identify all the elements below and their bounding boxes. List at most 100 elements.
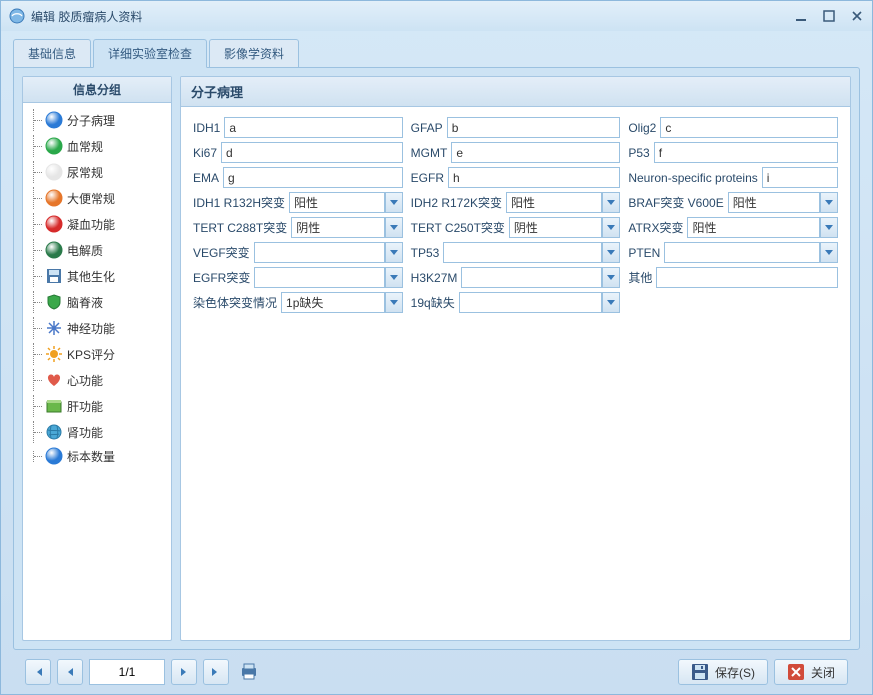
main-panel: 分子病理 IDH1GFAPOlig2Ki67MGMTP53EMAEGFRNeur… [180,76,851,641]
combo-input-4-0[interactable] [291,217,384,238]
close-button[interactable] [850,9,864,23]
form-cell-3-2: BRAF突变 V600E [628,192,838,213]
chevron-down-icon[interactable] [385,217,403,238]
chevron-down-icon[interactable] [602,267,620,288]
combo-3-1 [506,192,620,213]
field-label: IDH1 [193,121,220,135]
last-page-button[interactable] [203,659,229,685]
print-icon[interactable] [239,662,259,683]
field-label: TERT C288T突变 [193,219,287,236]
combo-4-1 [509,217,620,238]
sidebar-item-10[interactable]: 心功能 [23,367,171,393]
chevron-down-icon[interactable] [602,217,620,238]
tab-0[interactable]: 基础信息 [13,39,91,67]
tab-2[interactable]: 影像学资料 [209,39,299,67]
minimize-button[interactable] [794,9,808,23]
shield-icon [45,293,63,311]
chevron-down-icon[interactable] [385,192,403,213]
sidebar-item-0[interactable]: 分子病理 [23,107,171,133]
form-cell-2-1: EGFR [411,167,621,188]
tab-1[interactable]: 详细实验室检查 [93,39,207,68]
field-label: H3K27M [411,271,458,285]
sidebar-header: 信息分组 [23,77,171,103]
sidebar-item-5[interactable]: 电解质 [23,237,171,263]
box-icon [45,397,63,415]
app-icon [9,8,25,24]
sidebar-item-9[interactable]: KPS评分 [23,341,171,367]
sidebar-item-2[interactable]: 尿常规 [23,159,171,185]
chevron-down-icon[interactable] [820,242,838,263]
form-cell-5-0: VEGF突变 [193,242,403,263]
pager [25,659,259,685]
save-button-label: 保存(S) [715,664,755,681]
globe-icon [45,423,63,441]
combo-input-4-2[interactable] [687,217,820,238]
combo-4-0 [291,217,402,238]
field-label: Neuron-specific proteins [628,171,757,185]
form-cell-2-2: Neuron-specific proteins [628,167,838,188]
close-action-button[interactable]: 关闭 [774,659,848,685]
sidebar-item-3[interactable]: 大便常规 [23,185,171,211]
combo-input-3-2[interactable] [728,192,820,213]
chevron-down-icon[interactable] [820,217,838,238]
sidebar-item-7[interactable]: 脑脊液 [23,289,171,315]
floppy-icon [45,267,63,285]
maximize-button[interactable] [822,9,836,23]
sidebar-item-13[interactable]: 标本数量 [23,445,171,467]
form-cell-3-1: IDH2 R172K突变 [411,192,621,213]
text-input-0-1[interactable] [447,117,621,138]
chevron-down-icon[interactable] [602,192,620,213]
form-cell-7-1: 19q缺失 [411,292,621,313]
combo-input-7-1[interactable] [459,292,603,313]
combo-3-0 [289,192,403,213]
chevron-down-icon[interactable] [385,267,403,288]
text-input-1-2[interactable] [654,142,838,163]
combo-input-6-0[interactable] [254,267,384,288]
text-input-6-2[interactable] [656,267,838,288]
save-button[interactable]: 保存(S) [678,659,768,685]
text-input-2-1[interactable] [448,167,620,188]
form-row-4: TERT C288T突变TERT C250T突变ATRX突变 [193,217,838,238]
orange-sphere-icon [45,189,63,207]
form-row-2: EMAEGFRNeuron-specific proteins [193,167,838,188]
combo-input-7-0[interactable] [281,292,385,313]
text-input-2-2[interactable] [762,167,838,188]
sidebar-item-1[interactable]: 血常规 [23,133,171,159]
sidebar-item-4[interactable]: 凝血功能 [23,211,171,237]
window: 编辑 胶质瘤病人资料 基础信息详细实验室检查影像学资料 信息分组 分子病理血常规… [0,0,873,695]
combo-input-6-1[interactable] [461,267,602,288]
field-label: 19q缺失 [411,294,455,311]
text-input-2-0[interactable] [223,167,403,188]
sidebar-item-label: 心功能 [67,372,103,389]
blue-globe-icon [45,447,63,465]
combo-input-3-1[interactable] [506,192,602,213]
form-cell-0-0: IDH1 [193,117,403,138]
combo-input-5-2[interactable] [664,242,820,263]
first-page-button[interactable] [25,659,51,685]
text-input-1-1[interactable] [451,142,620,163]
next-page-button[interactable] [171,659,197,685]
green-sphere-icon [45,137,63,155]
combo-input-3-0[interactable] [289,192,385,213]
combo-input-5-0[interactable] [254,242,385,263]
sidebar-item-12[interactable]: 肾功能 [23,419,171,445]
chevron-down-icon[interactable] [602,292,620,313]
chevron-down-icon[interactable] [602,242,620,263]
text-input-0-0[interactable] [224,117,402,138]
sidebar-item-label: 血常规 [67,138,103,155]
chevron-down-icon[interactable] [820,192,838,213]
content: 基础信息详细实验室检查影像学资料 信息分组 分子病理血常规尿常规大便常规凝血功能… [1,31,872,694]
sidebar-item-8[interactable]: 神经功能 [23,315,171,341]
combo-input-4-1[interactable] [509,217,602,238]
sidebar-item-11[interactable]: 肝功能 [23,393,171,419]
text-input-0-2[interactable] [660,117,838,138]
sidebar-item-6[interactable]: 其他生化 [23,263,171,289]
chevron-down-icon[interactable] [385,242,403,263]
combo-input-5-1[interactable] [443,242,602,263]
page-input[interactable] [89,659,165,685]
chevron-down-icon[interactable] [385,292,403,313]
sidebar-item-label: KPS评分 [67,346,115,363]
prev-page-button[interactable] [57,659,83,685]
text-input-1-0[interactable] [221,142,403,163]
sidebar-item-label: 脑脊液 [67,294,103,311]
